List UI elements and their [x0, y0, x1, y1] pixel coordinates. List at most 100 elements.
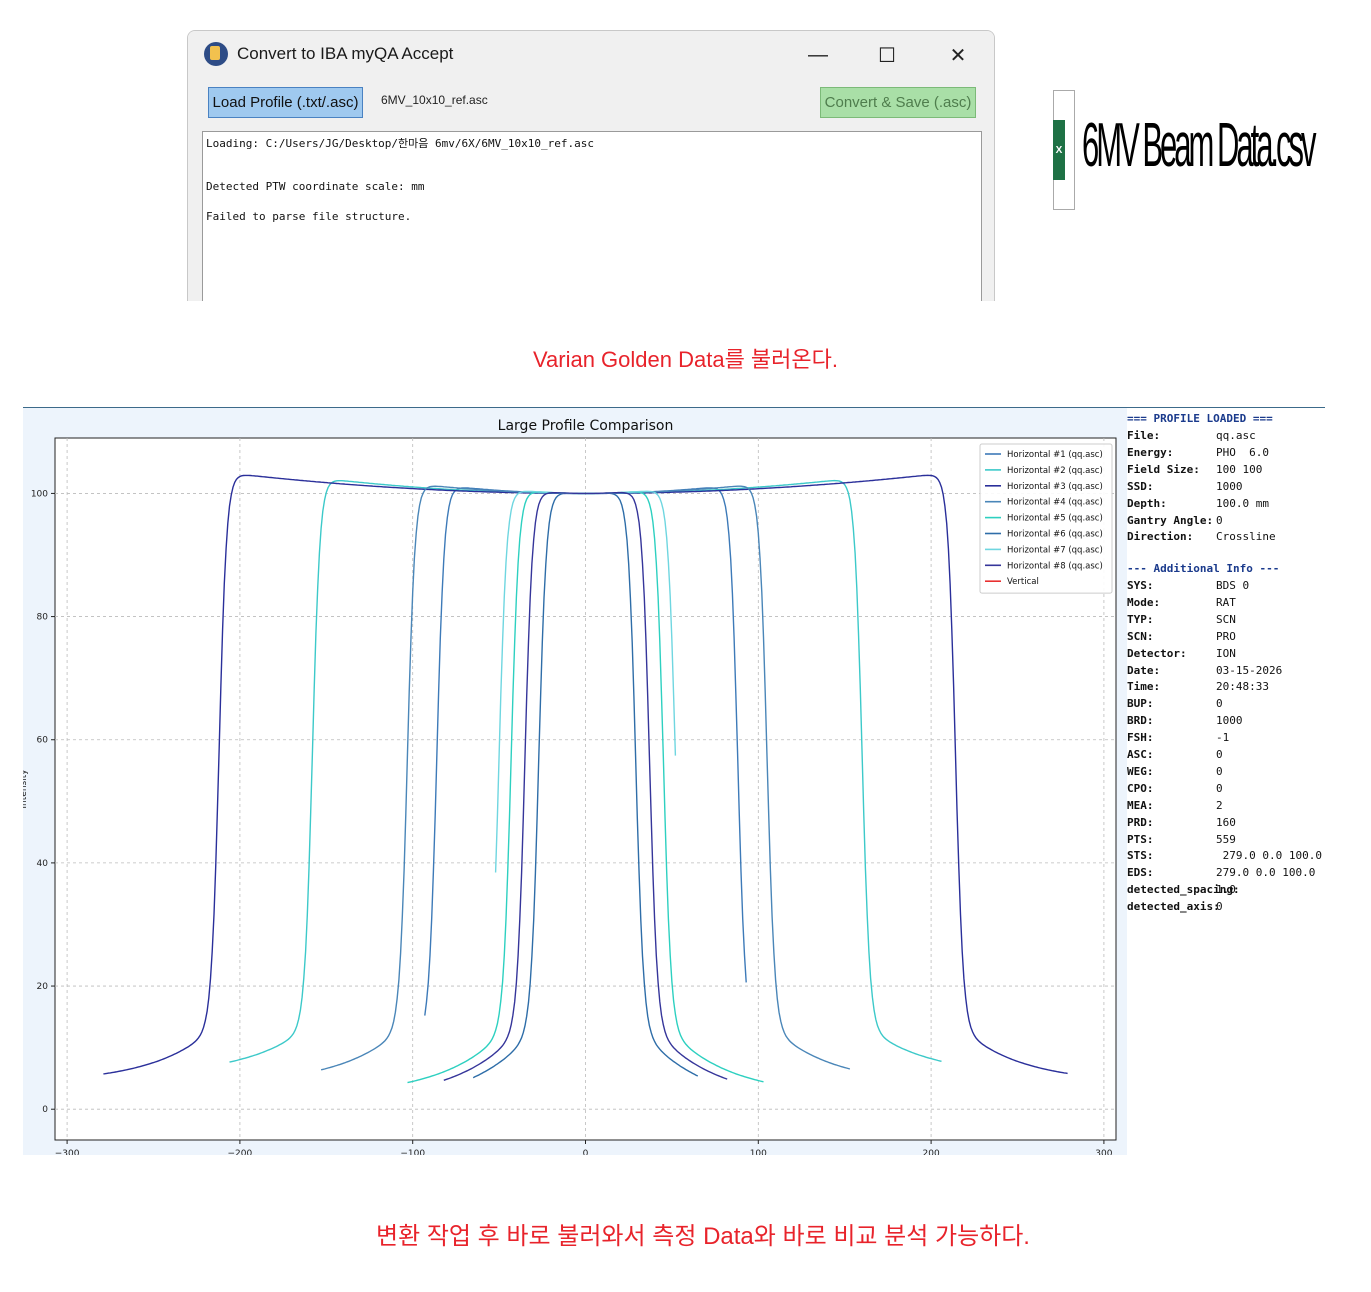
chart-title: Large Profile Comparison: [498, 418, 674, 434]
info-row: Mode: RAT: [1127, 595, 1236, 612]
info-row: Depth: 100.0 mm: [1127, 496, 1269, 513]
plot-panel: Large Profile Comparison −300 −200 −100 0 100…: [19, 408, 1127, 1159]
y-tick-label: 40: [37, 859, 49, 869]
x-tick-label: 0: [583, 1149, 589, 1155]
info-key: Direction:: [1127, 530, 1194, 544]
info-row: CPO: 0: [1127, 781, 1223, 798]
legend-label: Horizontal #1 (qq.asc): [1007, 450, 1103, 460]
loaded-file-name: 6MV_10x10_ref.asc: [381, 93, 488, 107]
info-row: SYS: BDS 0: [1127, 579, 1249, 595]
info-row: SCN: PRO: [1127, 629, 1236, 646]
info-key: STS:: [1127, 849, 1154, 863]
info-row: FSH: -1: [1127, 731, 1229, 747]
legend-label: Horizontal #8 (qq.asc): [1007, 561, 1103, 571]
info-row: WEG: 0: [1127, 764, 1223, 781]
info-key: Energy:: [1127, 445, 1174, 459]
info-value: BDS 0: [1216, 579, 1250, 592]
legend-label: Horizontal #5 (qq.asc): [1007, 514, 1103, 524]
info-key: SCN:: [1127, 629, 1154, 643]
info-row: ASC: 0: [1127, 748, 1223, 764]
x-tick-label: −300: [55, 1149, 80, 1155]
y-tick-label: 60: [37, 736, 49, 746]
info-header: === PROFILE LOADED ===: [1127, 412, 1273, 425]
title-bar[interactable]: Convert to IBA myQA Accept — ☐ ✕: [188, 31, 994, 79]
info-key: SSD:: [1127, 479, 1154, 493]
info-value: 559: [1216, 832, 1236, 846]
info-key: WEG:: [1127, 764, 1154, 778]
close-icon[interactable]: ✕: [938, 40, 978, 70]
load-profile-button[interactable]: Load Profile (.txt/.asc): [208, 87, 363, 118]
legend-label: Horizontal #6 (qq.asc): [1007, 530, 1103, 540]
info-value: PRO: [1216, 629, 1236, 643]
info-value: PHO 6.0: [1216, 445, 1269, 459]
info-value: -1: [1216, 731, 1230, 745]
info-value: qq.asc: [1216, 429, 1256, 442]
info-key: MEA:: [1127, 798, 1154, 812]
info-key: FSH:: [1127, 731, 1154, 745]
info-row: SSD: 1000: [1127, 479, 1243, 496]
info-key: Detector:: [1127, 646, 1187, 660]
info-value: 1.0: [1216, 883, 1236, 897]
legend-label: Vertical: [1007, 577, 1039, 587]
info-row: Field Size: 100 100: [1127, 462, 1262, 479]
info-key: CPO:: [1127, 781, 1154, 795]
info-row: File: qq.asc: [1127, 429, 1256, 445]
info-value: 100 100: [1216, 462, 1263, 476]
caption-top: Varian Golden Data를 불러온다.: [532, 347, 839, 372]
info-row: detected_axis: 0: [1127, 900, 1223, 916]
info-key: Gantry Angle:: [1127, 513, 1214, 527]
info-value: 279.0 0.0 100.0: [1216, 866, 1316, 880]
window-title: Convert to IBA myQA Accept: [237, 44, 454, 63]
info-value: 0: [1216, 900, 1223, 914]
x-tick-label: 200: [923, 1149, 940, 1155]
log-line: Loading: C:/Users/JG/Desktop/한마음 6mv/6X/…: [206, 137, 594, 150]
app-icon: [204, 42, 228, 66]
info-key: EDS:: [1127, 866, 1154, 880]
info-value: ION: [1216, 646, 1236, 660]
minimize-icon[interactable]: —: [798, 40, 838, 70]
info-row: Direction: Crossline: [1127, 530, 1276, 546]
info-key: Time:: [1127, 680, 1161, 694]
info-key: BUP:: [1127, 697, 1154, 711]
info-row: EDS: 279.0 0.0 100.0: [1127, 866, 1315, 882]
legend-label: Horizontal #3 (qq.asc): [1007, 482, 1103, 492]
y-axis-label: Intensity: [23, 769, 29, 809]
csv-file-icon[interactable]: X: [1053, 90, 1077, 210]
info-value: 279.0 0.0 100.0: [1216, 849, 1322, 863]
y-tick-label: 0: [42, 1105, 48, 1115]
log-output[interactable]: Loading: C:/Users/JG/Desktop/한마음 6mv/6X/…: [202, 131, 982, 301]
info-section-title: --- Additional Info ---: [1127, 562, 1280, 575]
info-row: Gantry Angle: 0: [1127, 513, 1223, 530]
y-tick-label: 80: [37, 613, 49, 623]
info-row: PTS: 559: [1127, 833, 1236, 849]
info-key: PRD:: [1127, 815, 1154, 829]
info-key: Field Size:: [1127, 462, 1200, 476]
x-tick-label: −200: [228, 1149, 253, 1155]
info-row: TYP: SCN: [1127, 613, 1236, 629]
info-key: Mode:: [1127, 595, 1161, 609]
info-value: 0: [1216, 748, 1223, 761]
info-value: 0: [1216, 513, 1223, 527]
info-row: BRD: 1000: [1127, 714, 1243, 730]
info-value: Crossline: [1216, 530, 1276, 544]
info-row: Date: 03-15-2026: [1127, 663, 1282, 680]
caption-bottom: 변환 작업 후 바로 불러와서 측정 Data와 바로 비교 분석 가능하다.: [376, 1223, 1030, 1250]
legend-label: Horizontal #2 (qq.asc): [1007, 466, 1103, 476]
info-key: Depth:: [1127, 496, 1167, 510]
info-value: 1000: [1216, 479, 1243, 493]
csv-file-name[interactable]: 6MV Beam Data.csv: [1082, 110, 1317, 181]
info-key: File:: [1127, 429, 1161, 442]
convert-save-button[interactable]: Convert & Save (.asc): [820, 87, 976, 118]
info-value: 0: [1216, 764, 1223, 778]
info-row: STS: 279.0 0.0 100.0: [1127, 849, 1322, 865]
info-row: detected_spacing: 1.0: [1127, 883, 1240, 899]
log-line: Failed to parse file structure.: [206, 210, 412, 223]
legend-label: Horizontal #4 (qq.asc): [1007, 498, 1103, 508]
converter-window: Convert to IBA myQA Accept — ☐ ✕ Load Pr…: [187, 30, 995, 301]
info-key: SYS:: [1127, 579, 1154, 592]
profile-chart[interactable]: Large Profile Comparison −300 −200 −100 0 100…: [19, 408, 1127, 1159]
info-row: Time: 20:48:33: [1127, 680, 1269, 696]
info-key: Date:: [1127, 663, 1161, 677]
info-value: 03-15-2026: [1216, 663, 1283, 677]
maximize-icon[interactable]: ☐: [867, 40, 907, 70]
